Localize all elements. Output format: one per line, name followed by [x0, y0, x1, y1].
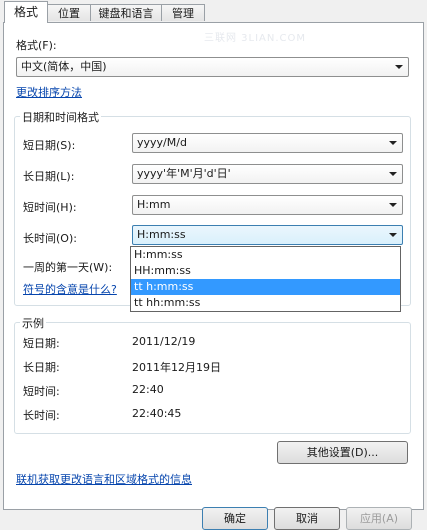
tab-format[interactable]: 格式: [4, 1, 48, 23]
example-group: [14, 322, 411, 434]
tab-administrative[interactable]: 管理: [161, 4, 205, 21]
ok-button[interactable]: 确定: [202, 507, 268, 530]
long-time-option[interactable]: H:mm:ss: [131, 247, 400, 263]
apply-button[interactable]: 应用(A): [346, 507, 412, 530]
short-time-value: H:mm: [137, 198, 171, 211]
example-short-time-label: 短时间:: [23, 385, 60, 398]
short-date-select[interactable]: yyyy/M/d: [132, 133, 403, 153]
long-date-value: yyyy'年'M'月'd'日': [137, 167, 231, 180]
example-group-title: 示例: [20, 315, 46, 331]
long-date-label: 长日期(L):: [23, 170, 75, 183]
format-select[interactable]: 中文(简体，中国): [16, 57, 409, 77]
other-settings-button[interactable]: 其他设置(D)...: [277, 441, 408, 464]
datetime-group-title: 日期和时间格式: [20, 109, 101, 125]
long-time-option[interactable]: HH:mm:ss: [131, 263, 400, 279]
chevron-down-icon: [389, 233, 397, 237]
long-time-option[interactable]: tt hh:mm:ss: [131, 295, 400, 311]
short-date-value: yyyy/M/d: [137, 136, 187, 149]
example-long-date-value: 2011年12月19日: [132, 361, 221, 374]
short-time-select[interactable]: H:mm: [132, 195, 403, 215]
short-date-label: 短日期(S):: [23, 139, 76, 152]
format-select-value: 中文(简体，中国): [21, 60, 107, 73]
chevron-down-icon: [389, 141, 397, 145]
example-long-date-label: 长日期:: [23, 361, 60, 374]
example-short-time-value: 22:40: [132, 383, 164, 396]
chevron-down-icon: [389, 172, 397, 176]
format-label: 格式(F):: [16, 39, 57, 52]
symbols-meaning-link[interactable]: 符号的含意是什么?: [23, 281, 117, 297]
short-time-label: 短时间(H):: [23, 201, 77, 214]
example-short-date-value: 2011/12/19: [132, 335, 196, 348]
long-time-select[interactable]: H:mm:ss: [132, 225, 403, 245]
first-day-label: 一周的第一天(W):: [23, 261, 113, 274]
online-info-link[interactable]: 联机获取更改语言和区域格式的信息: [16, 471, 192, 487]
chevron-down-icon: [395, 65, 403, 69]
watermark: 三联网 3LIAN.COM: [204, 33, 307, 44]
example-short-date-label: 短日期:: [23, 337, 60, 350]
tab-bar: 格式 位置 键盘和语言 管理: [0, 0, 427, 23]
long-date-select[interactable]: yyyy'年'M'月'd'日': [132, 164, 403, 184]
cancel-button[interactable]: 取消: [274, 507, 340, 530]
long-time-dropdown-list: H:mm:ss HH:mm:ss tt h:mm:ss tt hh:mm:ss: [130, 246, 401, 312]
long-time-option-selected[interactable]: tt h:mm:ss: [131, 279, 400, 295]
long-time-value: H:mm:ss: [137, 228, 186, 241]
tab-location[interactable]: 位置: [47, 4, 91, 21]
example-long-time-label: 长时间:: [23, 409, 60, 422]
change-sort-link[interactable]: 更改排序方法: [16, 84, 82, 100]
long-time-label: 长时间(O):: [23, 232, 77, 245]
tab-keyboards-languages[interactable]: 键盘和语言: [90, 4, 162, 21]
example-long-time-value: 22:40:45: [132, 407, 182, 420]
chevron-down-icon: [389, 203, 397, 207]
